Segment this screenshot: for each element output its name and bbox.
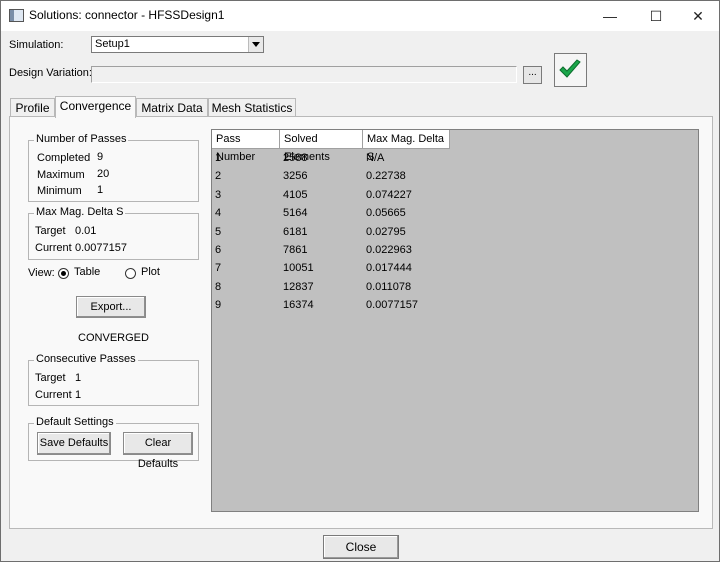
table-cell: 9 <box>215 299 222 312</box>
consecutive-current-label: Current <box>35 389 72 401</box>
table-cell: 12837 <box>283 280 314 293</box>
title-bar: Solutions: connector - HFSSDesign1 — ☐ ✕ <box>1 1 719 31</box>
maximize-button[interactable]: ☐ <box>633 1 679 31</box>
delta-current-value: 0.0077157 <box>75 242 127 254</box>
view-table-radio[interactable] <box>58 268 69 279</box>
header-pass-number[interactable]: Pass Number <box>212 130 280 163</box>
view-plot-label[interactable]: Plot <box>141 266 160 278</box>
max-mag-delta-s-title: Max Mag. Delta S <box>34 206 126 218</box>
tab-matrix-data[interactable]: Matrix Data <box>136 98 208 117</box>
consecutive-target-value: 1 <box>75 372 82 384</box>
completed-value: 9 <box>97 151 104 163</box>
table-cell: 7861 <box>283 244 308 256</box>
table-cell: 16374 <box>283 299 314 312</box>
clear-defaults-button[interactable]: Clear Defaults <box>123 432 193 470</box>
checkmark-icon <box>559 59 581 78</box>
close-button[interactable]: Close <box>323 535 399 559</box>
table-row[interactable]: 7 10051 0.017444 <box>212 259 452 277</box>
default-settings-title: Default Settings <box>34 416 116 428</box>
delta-target-value: 0.01 <box>75 225 97 237</box>
view-plot-radio[interactable] <box>125 268 136 279</box>
save-defaults-button[interactable]: Save Defaults <box>37 432 111 455</box>
simulation-selected-value: Setup1 <box>95 38 130 50</box>
maximum-label: Maximum <box>37 169 85 181</box>
table-cell: 5164 <box>283 207 308 220</box>
view-table-label[interactable]: Table <box>74 266 100 278</box>
table-cell: 0.022963 <box>366 244 412 256</box>
table-cell: 7 <box>215 262 222 275</box>
table-row[interactable]: 9 16374 0.0077157 <box>212 296 452 314</box>
table-cell: 0.0077157 <box>366 299 418 312</box>
table-row[interactable]: 3 4105 0.074227 <box>212 186 452 204</box>
max-mag-delta-s-group: Max Mag. Delta S Target 0.01 Current 0.0… <box>28 206 199 260</box>
view-label: View: <box>28 267 55 279</box>
design-variation-browse-button[interactable]: ... <box>523 66 542 84</box>
table-cell: 0.011078 <box>366 280 412 293</box>
table-row[interactable]: 2 3256 0.22738 <box>212 167 452 185</box>
chevron-down-icon[interactable] <box>248 37 263 52</box>
tab-convergence[interactable]: Convergence <box>55 96 136 118</box>
table-row[interactable]: 4 5164 0.05665 <box>212 204 452 222</box>
design-variation-label: Design Variation: <box>9 67 92 79</box>
close-window-button[interactable]: ✕ <box>675 1 720 31</box>
minimum-value: 1 <box>97 184 104 196</box>
table-cell: 8 <box>215 280 222 293</box>
consecutive-passes-group: Consecutive Passes Target 1 Current 1 <box>28 353 199 406</box>
table-cell: 10051 <box>283 262 314 275</box>
table-cell: 0.02795 <box>366 225 406 238</box>
table-cell: 2 <box>215 170 222 183</box>
table-cell: 6 <box>215 244 222 256</box>
header-max-mag-delta-s[interactable]: Max Mag. Delta S <box>363 130 450 163</box>
tab-profile[interactable]: Profile <box>10 98 55 117</box>
delta-current-label: Current <box>35 242 72 254</box>
convergence-table[interactable]: Pass Number Solved Elements Max Mag. Del… <box>211 129 699 512</box>
table-cell: N/A <box>366 152 385 164</box>
table-cell: 3256 <box>283 170 308 183</box>
table-row[interactable]: 5 6181 0.02795 <box>212 223 452 241</box>
consecutive-current-value: 1 <box>75 389 82 401</box>
table-cell: 0.017444 <box>366 262 412 275</box>
window-title: Solutions: connector - HFSSDesign1 <box>29 8 225 22</box>
number-of-passes-title: Number of Passes <box>34 133 129 145</box>
table-row[interactable]: 8 12837 0.011078 <box>212 278 452 296</box>
table-cell: 5 <box>215 225 222 238</box>
solutions-dialog: Solutions: connector - HFSSDesign1 — ☐ ✕… <box>0 0 720 562</box>
default-settings-group: Default Settings Save Defaults Clear Def… <box>28 416 199 470</box>
table-cell: 0.05665 <box>366 207 406 220</box>
app-icon <box>9 9 24 22</box>
table-row[interactable]: 1 2588 N/A <box>212 149 452 167</box>
table-cell: 4 <box>215 207 222 220</box>
solution-status-indicator <box>554 53 587 87</box>
export-button[interactable]: Export... <box>76 296 146 318</box>
header-solved-elements[interactable]: Solved Elements <box>280 130 363 163</box>
table-cell: 3 <box>215 188 222 201</box>
convergence-status: CONVERGED <box>78 332 149 344</box>
table-cell: 4105 <box>283 188 308 201</box>
consecutive-passes-title: Consecutive Passes <box>34 353 138 365</box>
delta-target-label: Target <box>35 225 66 237</box>
simulation-select[interactable]: Setup1 <box>91 36 264 53</box>
completed-label: Completed <box>37 152 91 164</box>
number-of-passes-group: Number of Passes Completed 9 Maximum 20 … <box>28 133 199 202</box>
table-row[interactable]: 6 7861 0.022963 <box>212 241 452 259</box>
design-variation-field[interactable] <box>91 66 517 83</box>
tab-mesh-statistics[interactable]: Mesh Statistics <box>208 98 296 117</box>
consecutive-target-label: Target <box>35 372 66 384</box>
table-cell: 1 <box>215 152 222 164</box>
table-cell: 0.074227 <box>366 188 412 201</box>
table-header: Pass Number Solved Elements Max Mag. Del… <box>212 130 450 163</box>
maximum-value: 20 <box>97 168 110 180</box>
minimum-label: Minimum <box>37 185 82 197</box>
minimize-button[interactable]: — <box>587 1 633 31</box>
simulation-label: Simulation: <box>9 39 64 51</box>
table-cell: 2588 <box>283 152 308 164</box>
table-cell: 6181 <box>283 225 308 238</box>
table-cell: 0.22738 <box>366 170 406 183</box>
